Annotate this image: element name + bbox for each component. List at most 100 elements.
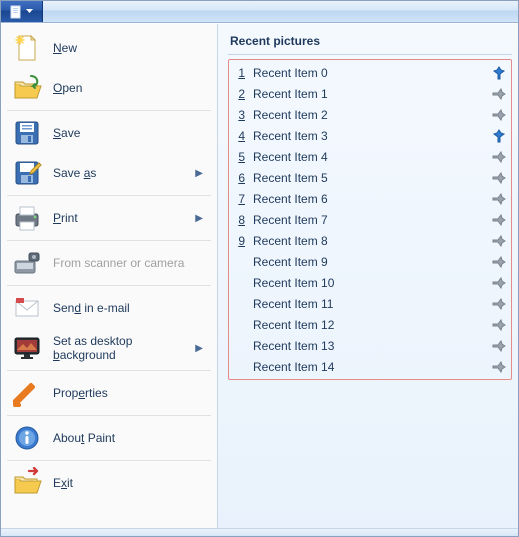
menu-item-scanner: From scanner or camera [5, 243, 213, 283]
recent-item[interactable]: 7 Recent Item 6 [231, 188, 509, 209]
recent-item-label: Recent Item 6 [253, 192, 483, 206]
menu-item-label: Send in e-mail [53, 301, 207, 315]
pin-button[interactable] [491, 149, 507, 165]
menu-item-label: New [53, 41, 207, 55]
menu-item-new[interactable]: New [5, 28, 213, 68]
properties-icon [11, 377, 43, 409]
recent-item-label: Recent Item 2 [253, 108, 483, 122]
menu-separator [7, 460, 211, 461]
recent-item-label: Recent Item 12 [253, 318, 483, 332]
recent-item-number: 6 [233, 171, 245, 185]
recent-item[interactable]: Recent Item 9 [231, 251, 509, 272]
pin-button[interactable] [491, 128, 507, 144]
recent-item[interactable]: 6Recent Item 5 [231, 167, 509, 188]
pin-pinned-icon [492, 129, 506, 143]
menu-item-print[interactable]: Print▶ [5, 198, 213, 238]
recent-item-number: 2 [233, 87, 245, 101]
email-icon [11, 292, 43, 324]
pin-button[interactable] [491, 296, 507, 312]
menu-item-email[interactable]: Send in e-mail [5, 288, 213, 328]
wallpaper-icon [11, 332, 43, 364]
recent-item-number: 9 [233, 234, 245, 248]
recent-item-number: 7 [233, 192, 245, 206]
ribbon-tab-strip [1, 1, 518, 23]
menu-item-save[interactable]: Save [5, 113, 213, 153]
pin-unpinned-icon [492, 108, 506, 122]
pin-button[interactable] [491, 107, 507, 123]
recent-item[interactable]: 2 Recent Item 1 [231, 83, 509, 104]
wallpaper-icon-wrap [11, 332, 43, 364]
menu-item-properties[interactable]: Properties [5, 373, 213, 413]
recent-item[interactable]: 3 Recent Item 2 [231, 104, 509, 125]
pin-unpinned-icon [492, 360, 506, 374]
chevron-down-icon [26, 9, 33, 14]
saveas-icon-wrap [11, 157, 43, 189]
recent-item[interactable]: Recent Item 11 [231, 293, 509, 314]
recent-item-label: Recent Item 4 [253, 150, 483, 164]
menu-separator [7, 415, 211, 416]
recent-item-number: 3 [233, 108, 245, 122]
new-icon [11, 32, 43, 64]
menu-body: NewOpenSaveSave as▶Print▶From scanner or… [1, 23, 518, 528]
menu-item-label: About Paint [53, 431, 207, 445]
submenu-arrow-icon: ▶ [195, 168, 207, 179]
pin-button[interactable] [491, 275, 507, 291]
pin-unpinned-icon [492, 87, 506, 101]
pin-button[interactable] [491, 317, 507, 333]
pin-button[interactable] [491, 233, 507, 249]
pin-button[interactable] [491, 212, 507, 228]
pin-unpinned-icon [492, 318, 506, 332]
pin-unpinned-icon [492, 297, 506, 311]
menu-item-open[interactable]: Open [5, 68, 213, 108]
recent-item[interactable]: 5Recent Item 4 [231, 146, 509, 167]
recent-item[interactable]: 4Recent Item 3 [231, 125, 509, 146]
save-icon [11, 117, 43, 149]
document-icon [10, 5, 24, 19]
recent-item-label: Recent Item 14 [253, 360, 483, 374]
pin-unpinned-icon [492, 150, 506, 164]
pin-button[interactable] [491, 359, 507, 375]
pin-button[interactable] [491, 65, 507, 81]
pin-button[interactable] [491, 338, 507, 354]
pin-button[interactable] [491, 254, 507, 270]
pin-unpinned-icon [492, 339, 506, 353]
recent-item[interactable]: Recent Item 14 [231, 356, 509, 377]
menu-item-label: From scanner or camera [53, 256, 207, 270]
recent-item[interactable]: Recent Item 12 [231, 314, 509, 335]
pin-button[interactable] [491, 86, 507, 102]
menu-item-about[interactable]: About Paint [5, 418, 213, 458]
left-menu: NewOpenSaveSave as▶Print▶From scanner or… [1, 24, 218, 528]
recent-item-label: Recent Item 13 [253, 339, 483, 353]
menu-item-exit[interactable]: Exit [5, 463, 213, 503]
recent-panel: Recent pictures 1Recent Item 02Recent It… [218, 24, 518, 528]
recent-item[interactable]: Recent Item 13 [231, 335, 509, 356]
recent-item-number: 1 [233, 66, 245, 80]
app-menu-button[interactable] [1, 1, 43, 22]
recent-item-label: Recent Item 9 [253, 255, 483, 269]
scanner-icon [11, 247, 43, 279]
menu-separator [7, 240, 211, 241]
pin-unpinned-icon [492, 213, 506, 227]
menu-item-label: Print [53, 211, 185, 225]
pin-button[interactable] [491, 170, 507, 186]
exit-icon [11, 467, 43, 499]
recent-item[interactable]: 1Recent Item 0 [231, 62, 509, 83]
recent-item-number: 8 [233, 213, 245, 227]
email-icon-wrap [11, 292, 43, 324]
submenu-arrow-icon: ▶ [195, 343, 207, 354]
menu-item-wallpaper[interactable]: Set as desktop background▶ [5, 328, 213, 368]
recent-item-label: Recent Item 1 [253, 87, 483, 101]
pin-button[interactable] [491, 191, 507, 207]
recent-item[interactable]: Recent Item 10 [231, 272, 509, 293]
new-icon-wrap [11, 32, 43, 64]
saveas-icon [11, 157, 43, 189]
recent-item[interactable]: 8Recent Item 7 [231, 209, 509, 230]
recent-item-number: 4 [233, 129, 245, 143]
exit-icon-wrap [11, 467, 43, 499]
about-icon [11, 422, 43, 454]
menu-item-label: Save [53, 126, 207, 140]
menu-item-saveas[interactable]: Save as▶ [5, 153, 213, 193]
pin-unpinned-icon [492, 234, 506, 248]
recent-item[interactable]: 9Recent Item 8 [231, 230, 509, 251]
pin-unpinned-icon [492, 192, 506, 206]
